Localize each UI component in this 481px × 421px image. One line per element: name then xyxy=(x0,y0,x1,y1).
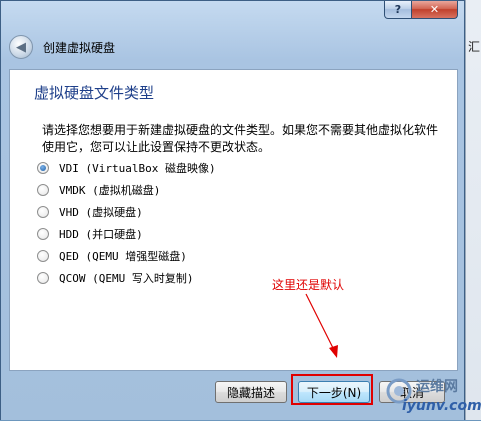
option-label: VMDK (虚拟机磁盘) xyxy=(59,184,161,197)
option-label: VHD (虚拟硬盘) xyxy=(59,206,143,219)
page-title: 虚拟硬盘文件类型 xyxy=(34,84,155,102)
background-text-fragment: 汇 xyxy=(468,40,481,54)
page-description: 请选择您想要用于新建虚拟硬盘的文件类型。如果您不需要其他虚拟化软件使用它，您可以… xyxy=(42,123,439,154)
radio-vdi[interactable] xyxy=(37,162,49,174)
option-label: HDD (并口硬盘) xyxy=(59,228,143,241)
window-controls: ? ✕ xyxy=(384,1,458,19)
annotation-arrow-icon xyxy=(305,293,338,358)
option-vdi[interactable]: VDI (VirtualBox 磁盘映像) xyxy=(37,157,216,179)
annotation-highlight-box xyxy=(291,374,373,405)
close-icon: ✕ xyxy=(429,3,440,16)
file-type-options: VDI (VirtualBox 磁盘映像) VMDK (虚拟机磁盘) VHD (… xyxy=(37,157,216,289)
hide-description-button[interactable]: 隐藏描述 xyxy=(215,381,287,403)
radio-vhd[interactable] xyxy=(37,206,49,218)
wizard-title: 创建虚拟硬盘 xyxy=(43,40,116,55)
close-button[interactable]: ✕ xyxy=(412,1,458,19)
option-qcow[interactable]: QCOW (QEMU 写入时复制) xyxy=(37,267,216,289)
watermark: 运维网 iyunv.com xyxy=(380,374,481,420)
help-button[interactable]: ? xyxy=(384,1,412,19)
back-arrow-icon: ◀ xyxy=(16,39,26,55)
help-icon: ? xyxy=(394,3,402,16)
wizard-window: ? ✕ ◀ 创建虚拟硬盘 虚拟硬盘文件类型 请选择您想要用于新建虚拟硬盘的文件类… xyxy=(0,0,465,420)
radio-vmdk[interactable] xyxy=(37,184,49,196)
radio-hdd[interactable] xyxy=(37,228,49,240)
option-label: QED (QEMU 增强型磁盘) xyxy=(59,250,187,263)
option-label: QCOW (QEMU 写入时复制) xyxy=(59,272,194,285)
option-label: VDI (VirtualBox 磁盘映像) xyxy=(59,162,216,175)
option-hdd[interactable]: HDD (并口硬盘) xyxy=(37,223,216,245)
option-vhd[interactable]: VHD (虚拟硬盘) xyxy=(37,201,216,223)
wizard-page: 虚拟硬盘文件类型 请选择您想要用于新建虚拟硬盘的文件类型。如果您不需要其他虚拟化… xyxy=(9,69,458,371)
radio-qcow[interactable] xyxy=(37,272,49,284)
radio-qed[interactable] xyxy=(37,250,49,262)
background-window-strip: 汇 xyxy=(465,0,481,420)
option-vmdk[interactable]: VMDK (虚拟机磁盘) xyxy=(37,179,216,201)
watermark-bottom-text: iyunv.com xyxy=(402,398,481,414)
back-button[interactable]: ◀ xyxy=(9,35,33,59)
watermark-top-text: 运维网 xyxy=(416,379,458,395)
wizard-header: ◀ 创建虚拟硬盘 xyxy=(9,33,459,61)
option-qed[interactable]: QED (QEMU 增强型磁盘) xyxy=(37,245,216,267)
